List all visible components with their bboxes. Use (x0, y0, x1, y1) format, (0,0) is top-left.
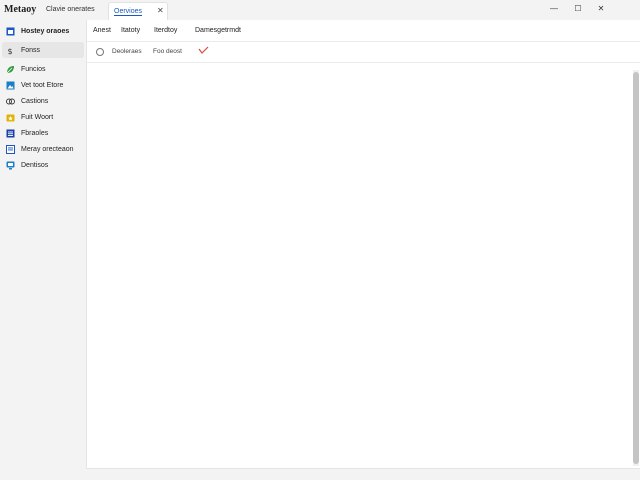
content-area[interactable] (87, 63, 633, 468)
vertical-scrollbar[interactable] (633, 70, 639, 466)
sidebar-item-label: Castions (21, 97, 49, 105)
close-button[interactable]: ✕ (593, 2, 609, 16)
toolbar: Deoleraes Foo deost (87, 42, 640, 63)
sidebar-item-fuit-woort[interactable]: Fuit Woort (2, 109, 84, 125)
tab-close-icon[interactable]: ✕ (157, 6, 164, 15)
sidebar-item-label: Fuit Woort (21, 113, 54, 121)
monitor-icon (6, 161, 15, 170)
sidebar-item-label: Meray orecteaon (21, 145, 74, 153)
app-subtitle: Clavie onerates (46, 6, 95, 13)
list-icon (6, 129, 15, 138)
sidebar-item-castions[interactable]: Castions (2, 93, 84, 109)
doc-icon (6, 144, 15, 154)
menu-item-damesgetrmdt[interactable]: Damesgetrmdt (195, 27, 241, 34)
image-icon (6, 81, 15, 90)
tab-label[interactable]: Oervioes (114, 8, 143, 16)
link-icon (6, 97, 15, 106)
sidebar-item-label: Dentisos (21, 161, 49, 169)
tool-item-deoleraes[interactable]: Deoleraes (112, 48, 142, 55)
sidebar-item-label: Funcios (21, 65, 46, 73)
dollar-icon: $ (6, 46, 15, 56)
title-bar: Metaoy Clavie onerates Oervioes ✕ — ☐ ✕ (0, 0, 640, 20)
sidebar-item-label: Vet toot Etore (21, 81, 64, 89)
sidebar-item-header[interactable]: Hostey oraoes (2, 23, 84, 39)
sidebar-item-label: Hostey oraoes (21, 27, 70, 35)
minimize-button[interactable]: — (546, 2, 562, 16)
sidebar-item-meray-orecteaon[interactable]: Meray orecteaon (2, 141, 84, 157)
menu-item-itatoty[interactable]: Itatoty (121, 27, 140, 34)
sidebar-item-fonss[interactable]: $ Fonss (2, 42, 84, 58)
sidebar-item-dentisos[interactable]: Dentisos (2, 157, 84, 173)
sidebar-item-label: Fbraoles (21, 129, 49, 137)
app-title: Metaoy (4, 4, 37, 15)
menu-item-anest[interactable]: Anest (93, 27, 111, 34)
tool-item-foo-deost[interactable]: Foo deost (153, 48, 182, 55)
sidebar-item-funcios[interactable]: Funcios (2, 61, 84, 77)
svg-text:$: $ (8, 47, 13, 55)
sidebar-item-vet-toot-etore[interactable]: Vet toot Etore (2, 77, 84, 93)
sidebar-item-label: Fonss (21, 46, 41, 54)
menu-item-iterdtoy[interactable]: Iterdtoy (154, 27, 177, 34)
leaf-icon (6, 65, 15, 74)
window-icon (6, 27, 15, 36)
sidebar-item-fbraoles[interactable]: Fbraoles (2, 125, 84, 141)
scroll-thumb[interactable] (633, 72, 639, 464)
maximize-button[interactable]: ☐ (570, 2, 586, 16)
check-icon[interactable] (197, 44, 209, 58)
circle-icon[interactable] (96, 48, 104, 56)
sidebar: Hostey oraoes $ Fonss Funcios Vet toot E… (0, 20, 86, 480)
menu-bar: Anest Itatoty Iterdtoy Damesgetrmdt (87, 20, 640, 42)
main-panel: Anest Itatoty Iterdtoy Damesgetrmdt Deol… (86, 20, 640, 469)
tab-active[interactable]: Oervioes ✕ (108, 2, 168, 20)
star-folder-icon (6, 113, 15, 122)
